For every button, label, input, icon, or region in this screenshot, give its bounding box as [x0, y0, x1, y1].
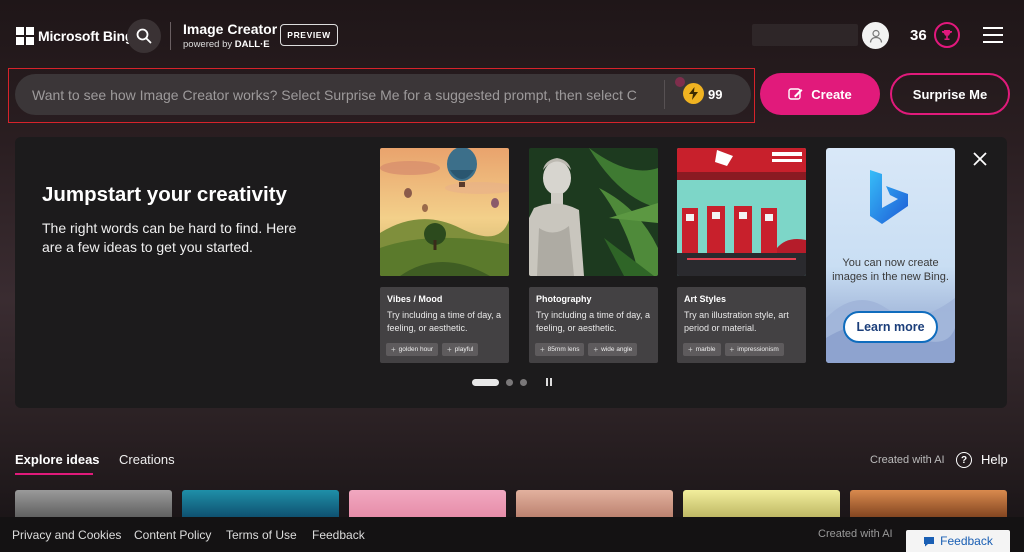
hamburger-menu-icon[interactable] — [983, 27, 1003, 43]
footer-link-feedback[interactable]: Feedback — [312, 528, 365, 542]
tag-label: wide angle — [601, 346, 633, 353]
prompt-input[interactable] — [32, 74, 652, 115]
user-name[interactable] — [752, 24, 858, 46]
card-tags: +85mm lens + wide angle — [535, 343, 638, 356]
avatar-icon — [869, 29, 882, 43]
footer-link-terms[interactable]: Terms of Use — [226, 528, 297, 542]
pause-icon[interactable] — [546, 378, 552, 386]
carousel-pager — [472, 378, 552, 386]
help-link[interactable]: Help — [981, 452, 1008, 467]
pager-dot[interactable] — [506, 378, 513, 386]
pager-dot-active[interactable] — [472, 378, 499, 386]
explore-thumbnail[interactable] — [349, 490, 506, 520]
close-icon[interactable] — [972, 151, 988, 167]
subtitle-brand: DALL·E — [234, 39, 270, 50]
card-tip: Try an illustration style, art period or… — [684, 310, 789, 333]
explore-thumbnail[interactable] — [182, 490, 339, 520]
card-tip: Try including a time of day, a feeling, … — [536, 310, 651, 333]
brand-name[interactable]: Microsoft Bing — [38, 28, 133, 44]
tag-label: 85mm lens — [547, 346, 580, 353]
create-button[interactable]: Create — [760, 73, 880, 115]
plus-icon: + — [593, 345, 599, 354]
card-body: Vibes / Mood Try including a time of day… — [380, 287, 509, 363]
boost-lightning-icon[interactable] — [683, 83, 704, 104]
jumpstart-description: The right words can be hard to find. Her… — [42, 220, 297, 255]
explore-thumbnail[interactable] — [516, 490, 673, 520]
plus-icon: + — [391, 345, 396, 354]
tag-chip[interactable]: + golden hour — [386, 343, 439, 356]
pager-dot[interactable] — [520, 378, 527, 386]
plus-icon: + — [447, 345, 452, 354]
tag-label: impressionism — [737, 346, 779, 353]
subtitle-prefix: powered by — [183, 39, 233, 50]
card-tags: + golden hour + playful — [386, 343, 479, 356]
tag-label: playful — [454, 346, 474, 353]
created-with-ai-label: Created with AI — [870, 454, 945, 466]
app-subtitle: powered by DALL·E — [183, 39, 270, 50]
card-body: Art Styles Try an illustration style, ar… — [677, 287, 806, 363]
explore-thumbnail[interactable] — [15, 490, 172, 520]
learn-more-button[interactable]: Learn more — [843, 311, 938, 343]
search-button[interactable] — [127, 19, 161, 53]
preview-badge: PREVIEW — [280, 24, 338, 46]
help-icon[interactable]: ? — [956, 452, 972, 468]
surprise-me-button[interactable]: Surprise Me — [890, 73, 1010, 115]
explore-thumbnail[interactable] — [683, 490, 840, 520]
new-bing-promo-card[interactable]: You can now create images in the new Bin… — [826, 148, 955, 363]
boost-notification-dot — [675, 77, 685, 87]
photography-image — [529, 148, 658, 276]
app-title[interactable]: Image Creator — [183, 21, 277, 37]
rewards-count[interactable]: 36 — [910, 27, 927, 44]
tag-chip[interactable]: +85mm lens — [535, 343, 585, 356]
tag-label: golden hour — [398, 346, 434, 353]
feedback-label: Feedback — [940, 534, 993, 548]
jumpstart-panel: Jumpstart your creativity The right word… — [15, 137, 1007, 408]
microsoft-logo-icon[interactable] — [16, 27, 34, 45]
card-category: Photography — [536, 294, 592, 304]
tab-active-indicator — [15, 473, 93, 475]
create-label: Create — [811, 86, 852, 102]
suggestion-card-photography[interactable]: Photography Try including a time of day,… — [529, 148, 658, 363]
tab-explore-ideas[interactable]: Explore ideas — [15, 452, 100, 467]
card-category: Art Styles — [684, 294, 727, 304]
card-body: Photography Try including a time of day,… — [529, 287, 658, 363]
boost-count[interactable]: 99 — [708, 87, 722, 102]
suggestion-card-vibes[interactable]: Vibes / Mood Try including a time of day… — [380, 147, 515, 363]
footer-link-privacy[interactable]: Privacy and Cookies — [12, 528, 121, 542]
bing-logo-icon — [870, 170, 908, 224]
jumpstart-title: Jumpstart your creativity — [42, 183, 287, 206]
plus-icon: + — [729, 345, 735, 354]
footer: Privacy and Cookies Content Policy Terms… — [0, 517, 1024, 552]
vibes-mood-image — [380, 147, 515, 276]
feedback-button[interactable]: Feedback — [906, 530, 1010, 552]
header-divider — [170, 22, 171, 50]
rewards-trophy-icon[interactable] — [934, 22, 960, 48]
card-tags: + marble + impressionism — [683, 343, 784, 356]
tag-chip[interactable]: + playful — [442, 343, 479, 356]
search-icon — [136, 28, 152, 44]
footer-created-with-ai: Created with AI — [818, 528, 893, 540]
tag-chip[interactable]: + marble — [683, 343, 721, 356]
tab-creations[interactable]: Creations — [119, 452, 175, 467]
promo-text: You can now create images in the new Bin… — [832, 257, 949, 283]
tag-chip[interactable]: + wide angle — [588, 343, 638, 356]
tag-label: marble — [695, 346, 716, 353]
prompt-bar[interactable]: 99 — [15, 74, 751, 115]
suggestion-card-art-styles[interactable]: Art Styles Try an illustration style, ar… — [677, 148, 806, 363]
prompt-separator — [664, 80, 665, 109]
create-brush-icon — [788, 88, 803, 100]
card-category: Vibes / Mood — [387, 294, 443, 304]
footer-link-content-policy[interactable]: Content Policy — [134, 528, 211, 542]
plus-icon: + — [540, 345, 545, 354]
plus-icon: + — [688, 345, 693, 354]
avatar[interactable] — [862, 22, 889, 49]
card-tip: Try including a time of day, a feeling, … — [387, 310, 502, 333]
art-styles-image — [677, 148, 806, 276]
top-header: Microsoft Bing Image Creator powered by … — [0, 0, 1024, 70]
chat-bubble-icon — [924, 536, 935, 546]
explore-thumbnail[interactable] — [850, 490, 1007, 520]
tag-chip[interactable]: + impressionism — [724, 343, 784, 356]
